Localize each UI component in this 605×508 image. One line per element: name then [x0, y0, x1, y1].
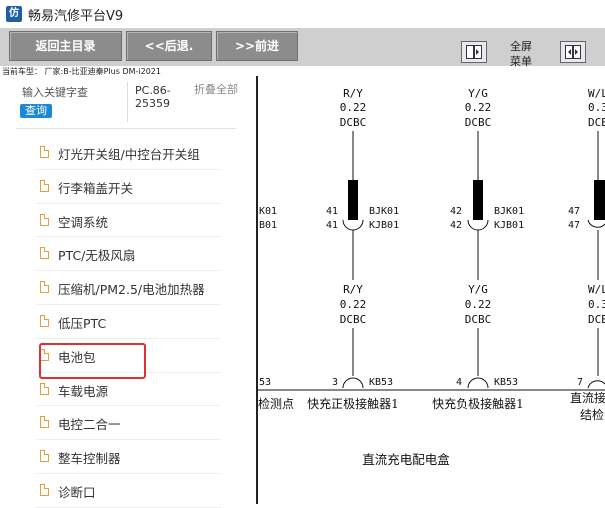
circuit-column-1: R/Y 0.22 DCBC 41 41 BJK01 KJB01 R/Y 0.22…	[307, 87, 399, 411]
back-button[interactable]: <<后退.	[126, 31, 212, 61]
file-icon	[40, 179, 49, 192]
connector-code: K01	[259, 206, 277, 217]
file-icon	[40, 247, 49, 260]
connector-code: KB53	[369, 377, 393, 388]
wire-gauge-label: 0.3	[588, 298, 605, 311]
wire-color-label: R/Y	[343, 283, 363, 296]
document-code: PC.86-25359	[135, 84, 171, 110]
forward-button[interactable]: >>前进	[216, 31, 298, 61]
connector-code: BJK01	[369, 206, 399, 217]
pin-number: 47	[568, 220, 580, 231]
tree-item-label: 诊断口	[58, 484, 96, 500]
connector-code: KJB01	[369, 220, 399, 231]
tree-item[interactable]: 行李箱盖开关	[36, 170, 221, 204]
file-icon	[40, 450, 49, 463]
connector-code: BJK01	[494, 206, 524, 217]
toolbar: 返回主目录 <<后退. >>前进 全屏 菜单	[0, 28, 605, 68]
pin-number: 42	[450, 206, 462, 217]
wire-type-label: DCBC	[588, 116, 605, 129]
tree-item-label: 压缩机/PM2.5/电池加热器	[58, 282, 205, 298]
wire-color-label: Y/G	[468, 283, 488, 296]
pin-number: 3	[332, 377, 338, 388]
selection-highlight	[39, 343, 146, 379]
connector-code: KB53	[494, 377, 518, 388]
wire-color-label: W/L	[588, 283, 605, 296]
title-bar: 仿 畅易汽修平台V9	[0, 0, 605, 29]
circuit-column-3: W/L 0.3 DCBC 47 47 W/L 0.3 DCBC 7 直流接 结检	[568, 87, 605, 422]
pin-number: 41	[326, 206, 338, 217]
component-label: 检测点	[258, 396, 294, 411]
wire-gauge-label: 0.22	[465, 101, 492, 114]
wire-gauge-label: 0.3	[588, 101, 605, 114]
divider	[16, 128, 236, 129]
wire-gauge-label: 0.22	[340, 101, 367, 114]
tree-item-label: 低压PTC	[58, 315, 107, 331]
divider	[127, 82, 128, 122]
tree-item[interactable]: PTC/无极风扇	[36, 237, 221, 272]
tree-item-label: 电控二合一	[58, 417, 121, 433]
tree-item-label: 整车控制器	[58, 451, 121, 467]
wiring-diagram[interactable]: R/Y 0.22 DCBC 41 41 BJK01 KJB01 R/Y 0.22…	[258, 76, 605, 504]
home-button[interactable]: 返回主目录	[9, 31, 122, 61]
connector-code: B01	[259, 220, 277, 231]
tree-item-label: 空调系统	[58, 214, 109, 230]
tree-item[interactable]: 空调系统	[36, 204, 221, 238]
component-label: 快充正极接触器1	[307, 396, 399, 411]
search-input[interactable]: 输入关键字查	[22, 84, 88, 100]
wire-gauge-label: 0.22	[340, 298, 367, 311]
file-icon	[40, 281, 49, 294]
tree-item[interactable]: 灯光开关组/中控台开关组	[36, 136, 221, 170]
collapse-panel-icon[interactable]	[461, 41, 487, 63]
tree-item-label: PTC/无极风扇	[58, 248, 136, 264]
file-icon	[40, 416, 49, 429]
wire-type-label: DCBC	[588, 313, 605, 326]
wire-color-label: Y/G	[468, 87, 488, 100]
component-label: 结检	[580, 407, 604, 422]
tree-item[interactable]: 压缩机/PM2.5/电池加热器	[36, 271, 221, 305]
tree-item[interactable]: 诊断口	[36, 474, 221, 508]
file-icon	[40, 213, 49, 226]
tree-list: 灯光开关组/中控台开关组 行李箱盖开关 空调系统 PTC/无极风扇 压缩机/PM…	[36, 136, 221, 508]
pin-number: 42	[450, 220, 462, 231]
app-logo-icon: 仿	[6, 6, 22, 22]
component-label: 快充负极接触器1	[432, 396, 524, 411]
file-icon	[40, 382, 49, 395]
wire-type-label: DCBC	[465, 313, 492, 326]
tree-item-label: 灯光开关组/中控台开关组	[58, 147, 200, 162]
circuit-column-2: Y/G 0.22 DCBC 42 42 BJK01 KJB01 Y/G 0.22…	[432, 87, 524, 411]
tree-item[interactable]: 整车控制器	[36, 440, 221, 474]
file-icon	[40, 146, 49, 158]
file-icon	[40, 314, 49, 327]
pin-number: 4	[456, 377, 462, 388]
tree-item-label: 行李箱盖开关	[58, 180, 134, 196]
pin-number: 53	[259, 377, 271, 388]
left-nav-panel: 输入关键字查 查询 PC.86-25359 折叠全部 灯光开关组/中控台开关组 …	[0, 76, 248, 508]
wire-type-label: DCBC	[340, 116, 367, 129]
tree-item[interactable]: 低压PTC	[36, 305, 221, 339]
fullscreen-menu-label: 全屏 菜单	[510, 40, 532, 68]
tree-item[interactable]: 电控二合一	[36, 406, 221, 441]
distribution-box-label: 直流充电配电盒	[362, 452, 450, 467]
component-label: 直流接	[570, 390, 605, 405]
file-icon	[40, 483, 49, 496]
pin-number: 41	[326, 220, 338, 231]
pin-number: 7	[577, 377, 583, 388]
wire-type-label: DCBC	[340, 313, 367, 326]
connector-code: KJB01	[494, 220, 524, 231]
wire-gauge-label: 0.22	[465, 298, 492, 311]
wire-color-label: W/L	[588, 87, 605, 100]
fullscreen-icon[interactable]	[560, 41, 586, 63]
wire-color-label: R/Y	[343, 87, 363, 100]
wire-type-label: DCBC	[465, 116, 492, 129]
fold-all-button[interactable]: 折叠全部	[194, 84, 238, 96]
pin-number: 47	[568, 206, 580, 217]
tree-item-label: 车载电源	[58, 383, 109, 399]
window-title: 畅易汽修平台V9	[28, 9, 124, 24]
query-button[interactable]: 查询	[20, 104, 52, 118]
